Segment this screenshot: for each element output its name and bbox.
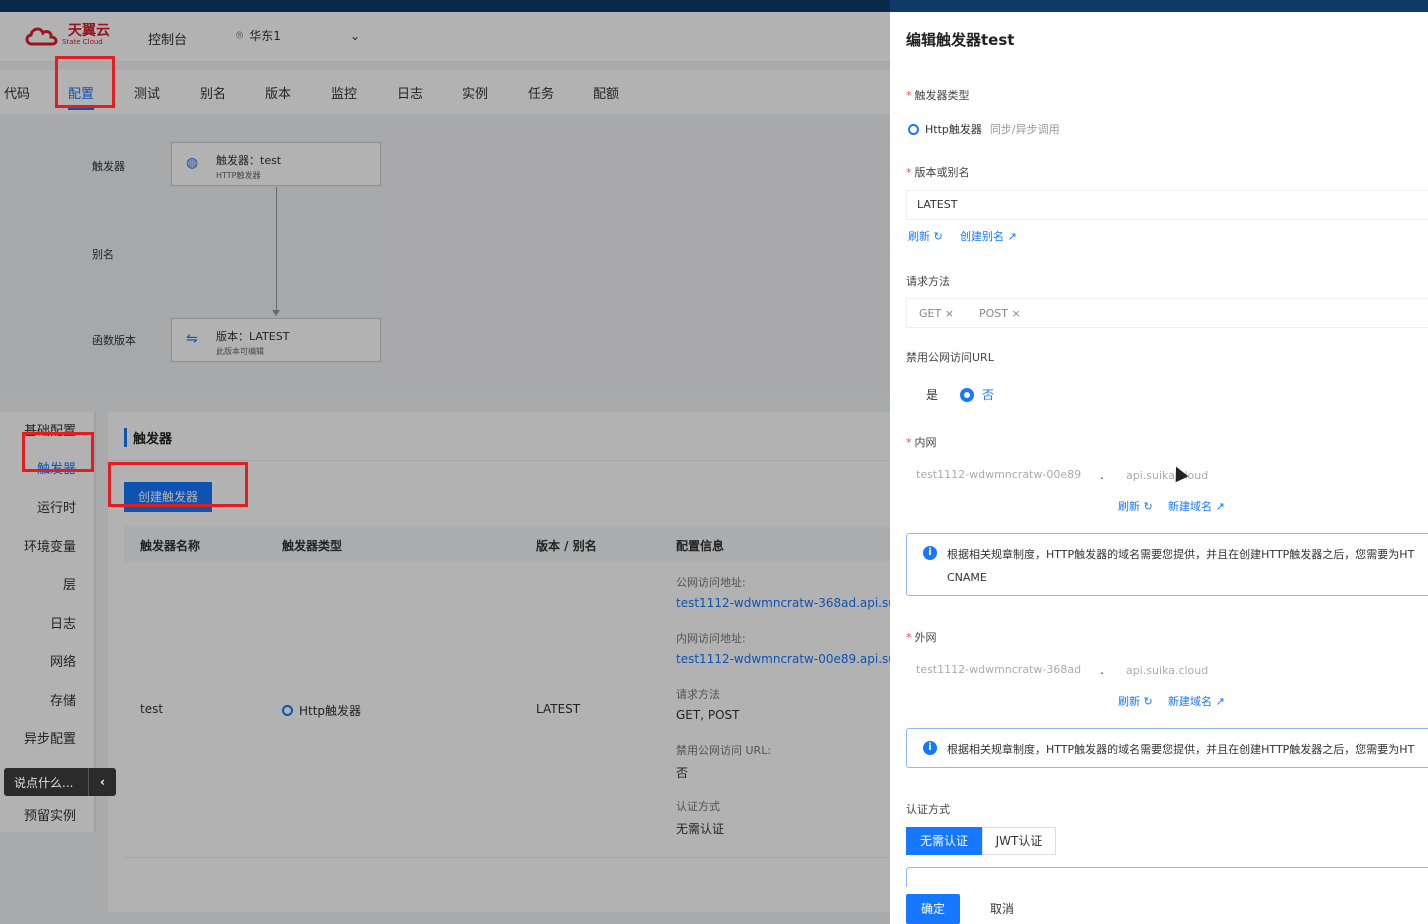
create-alias-link[interactable]: 创建别名 ↗: [960, 228, 1017, 244]
highlight-create-button: [108, 462, 248, 507]
external-domain-dot: .: [1100, 663, 1104, 677]
refresh-link[interactable]: 刷新 ↻: [908, 228, 943, 244]
disable-public-label: 禁用公网访问URL: [906, 351, 994, 364]
trigger-type-value: Http触发器 同步/异步调用: [908, 121, 1060, 137]
disable-public-radio: 是 否: [926, 386, 994, 403]
auth-none-button[interactable]: 无需认证: [906, 827, 982, 855]
external-new-domain-link[interactable]: 新建域名 ↗: [1168, 693, 1225, 709]
method-tag-get[interactable]: GET ×: [919, 307, 954, 320]
refresh-icon: ↻: [1143, 695, 1153, 708]
info-icon: i: [923, 546, 937, 560]
method-tag-post[interactable]: POST ×: [979, 307, 1021, 320]
drawer-title: 编辑触发器test: [906, 31, 1015, 49]
highlight-triggers-nav: [22, 432, 94, 472]
refresh-icon: ↻: [933, 230, 943, 243]
radio-yes[interactable]: 是: [926, 386, 938, 403]
method-label: 请求方法: [906, 275, 950, 288]
external-refresh-link[interactable]: 刷新 ↻: [1118, 693, 1153, 709]
chat-widget[interactable]: 说点什么... ‹: [4, 768, 116, 796]
chevron-left-icon[interactable]: ‹: [88, 768, 116, 796]
external-domain-input[interactable]: test1112-wdwmncratw-368ad: [916, 663, 1081, 676]
drawer-footer: 确定 取消: [906, 894, 1032, 924]
trigger-type-label: * 触发器类型: [906, 89, 970, 102]
internal-label: * 内网: [906, 436, 937, 449]
external-notice: i 根据相关规章制度，HTTP触发器的域名需要您提供，并且在创建HTTP触发器之…: [906, 728, 1428, 768]
method-select[interactable]: GET × POST ×: [906, 298, 1428, 328]
auth-label: 认证方式: [906, 803, 950, 816]
trigger-type-name: Http触发器: [925, 123, 982, 136]
internal-notice: i 根据相关规章制度，HTTP触发器的域名需要您提供，并且在创建HTTP触发器之…: [906, 533, 1428, 596]
internal-new-domain-link[interactable]: 新建域名 ↗: [1168, 498, 1225, 514]
external-link-icon: ↗: [1215, 500, 1225, 513]
globe-icon: [908, 123, 919, 135]
internal-domain-dot: .: [1100, 468, 1104, 482]
version-label: * 版本或别名: [906, 166, 970, 179]
internal-refresh-link[interactable]: 刷新 ↻: [1118, 498, 1153, 514]
chat-placeholder[interactable]: 说点什么...: [4, 774, 88, 791]
internal-notice-text: 根据相关规章制度，HTTP触发器的域名需要您提供，并且在创建HTTP触发器之后，…: [947, 548, 1415, 561]
internal-domain-input[interactable]: test1112-wdwmncratw-00e89: [916, 468, 1081, 481]
internal-domain-suffix[interactable]: api.suika.cloud: [1126, 469, 1208, 482]
external-link-icon: ↗: [1007, 230, 1017, 243]
internal-notice-cname: CNAME: [947, 571, 987, 584]
external-domain-suffix[interactable]: api.suika.cloud: [1126, 664, 1208, 677]
auth-jwt-button[interactable]: JWT认证: [982, 827, 1056, 855]
external-label: * 外网: [906, 631, 937, 644]
auth-detail-box: [906, 867, 1428, 887]
info-icon: i: [923, 741, 937, 755]
radio-no[interactable]: 否: [982, 386, 994, 403]
external-link-icon: ↗: [1215, 695, 1225, 708]
close-icon: ×: [1011, 307, 1021, 320]
trigger-type-hint: 同步/异步调用: [989, 123, 1060, 136]
refresh-icon: ↻: [1143, 500, 1153, 513]
version-select[interactable]: LATEST: [906, 190, 1428, 220]
external-notice-text: 根据相关规章制度，HTTP触发器的域名需要您提供，并且在创建HTTP触发器之后，…: [947, 743, 1415, 756]
edit-trigger-drawer: 编辑触发器test * 触发器类型 Http触发器 同步/异步调用 * 版本或别名 …: [890, 12, 1428, 924]
close-icon: ×: [944, 307, 954, 320]
radio-no-dot[interactable]: [960, 387, 975, 402]
highlight-config-tab: [55, 56, 115, 108]
cancel-button[interactable]: 取消: [972, 894, 1032, 924]
confirm-button[interactable]: 确定: [906, 894, 960, 924]
